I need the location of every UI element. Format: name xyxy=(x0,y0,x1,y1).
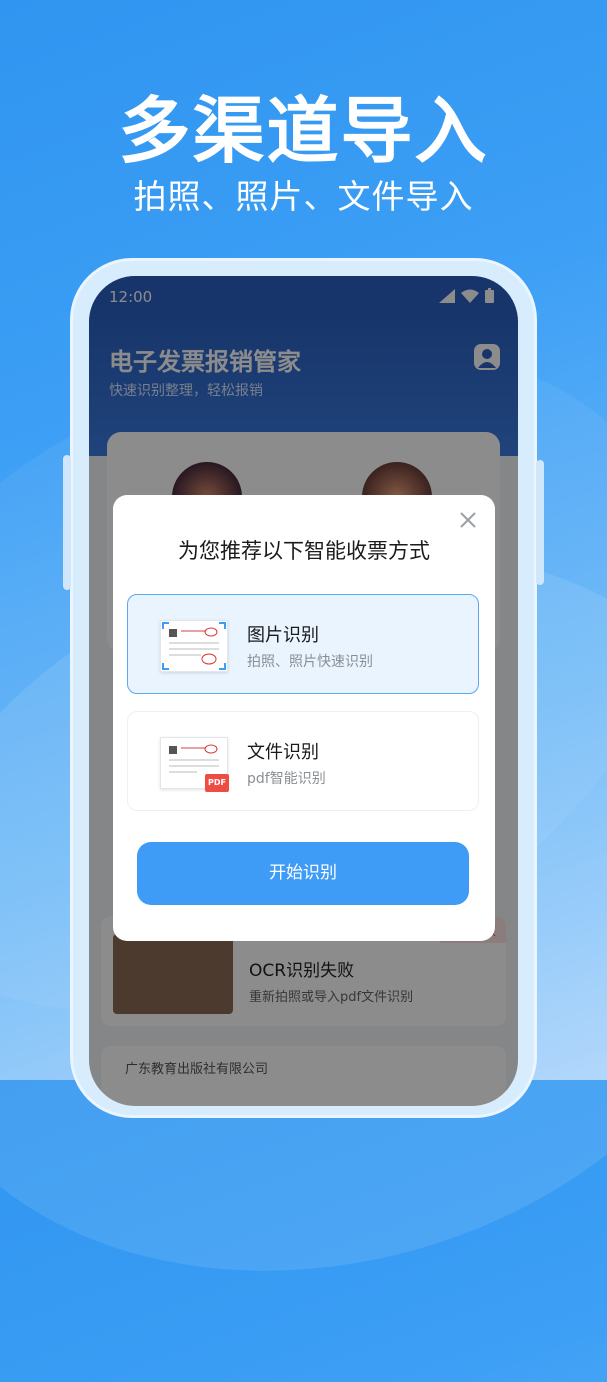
invoice-image-icon xyxy=(160,620,228,672)
invoice-pdf-icon: PDF xyxy=(160,737,229,792)
promo-subheadline: 拍照、照片、文件导入 xyxy=(133,177,474,216)
pdf-tag: PDF xyxy=(205,774,229,792)
start-recognition-button[interactable]: 开始识别 xyxy=(137,842,469,905)
promo-headline: 多渠道导入 xyxy=(118,89,489,173)
image-recognition-option[interactable]: 图片识别 拍照、照片快速识别 xyxy=(127,594,479,694)
option-title: 文件识别 xyxy=(247,742,319,763)
option-title: 图片识别 xyxy=(247,625,319,646)
option-subtitle: 拍照、照片快速识别 xyxy=(247,654,373,670)
dialog-title: 为您推荐以下智能收票方式 xyxy=(178,539,430,563)
recommend-dialog: 为您推荐以下智能收票方式 图片识别 拍照、照片快速识别 PDF 文件识别 pdf… xyxy=(113,495,495,941)
option-subtitle: pdf智能识别 xyxy=(247,771,326,787)
file-recognition-option[interactable]: PDF 文件识别 pdf智能识别 xyxy=(127,711,479,811)
phone-side-button xyxy=(536,460,544,585)
close-icon[interactable] xyxy=(458,510,478,530)
phone-side-button xyxy=(63,455,71,590)
